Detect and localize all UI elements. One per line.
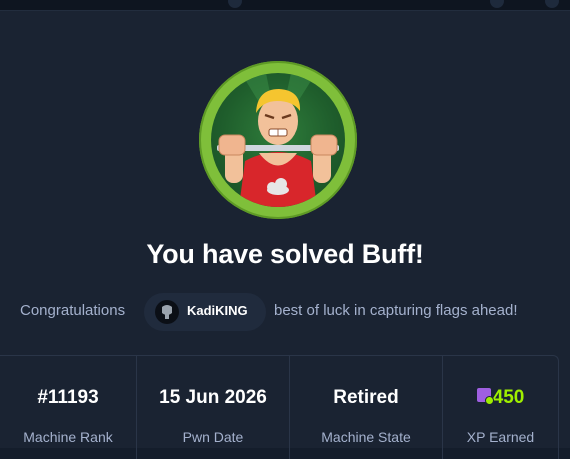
xp-earned-value: 450 bbox=[492, 387, 525, 408]
machine-state-value: Retired bbox=[333, 387, 399, 408]
top-strip bbox=[0, 0, 570, 10]
username: KadiKING bbox=[187, 303, 248, 318]
xp-icon bbox=[476, 387, 494, 405]
top-strip-decoration bbox=[545, 0, 559, 8]
top-strip-decoration bbox=[490, 0, 504, 8]
machine-state-label: Machine State bbox=[321, 429, 411, 445]
xp-earned-label: XP Earned bbox=[466, 429, 535, 445]
machine-avatar bbox=[199, 61, 357, 219]
weightlifter-avatar-icon bbox=[211, 73, 345, 207]
solved-headline: You have solved Buff! bbox=[146, 239, 424, 269]
user-avatar bbox=[155, 300, 179, 324]
congratulations-suffix: best of luck in capturing flags ahead! bbox=[274, 302, 518, 319]
xp-earned-value-wrap: 450 bbox=[443, 387, 558, 409]
machine-rank-value: #11193 bbox=[37, 387, 99, 408]
congratulations-prefix: Congratulations bbox=[20, 302, 126, 319]
stats-row: #11193 Machine Rank 15 Jun 2026 Pwn Date… bbox=[0, 355, 559, 459]
stat-pwn-date: 15 Jun 2026 Pwn Date bbox=[137, 356, 290, 459]
top-strip-decoration bbox=[228, 0, 242, 8]
user-chip[interactable]: KadiKING bbox=[144, 293, 266, 331]
pwn-date-label: Pwn Date bbox=[182, 429, 244, 445]
stat-xp-earned: 450 XP Earned bbox=[443, 356, 558, 459]
congratulations-row: Congratulations KadiKING best of luck in… bbox=[0, 293, 570, 331]
machine-rank-label: Machine Rank bbox=[23, 429, 113, 445]
stat-machine-rank: #11193 Machine Rank bbox=[0, 356, 137, 459]
pwn-date-value: 15 Jun 2026 bbox=[159, 387, 267, 408]
solved-panel: You have solved Buff! Congratulations Ka… bbox=[0, 10, 570, 459]
stat-machine-state: Retired Machine State bbox=[290, 356, 443, 459]
